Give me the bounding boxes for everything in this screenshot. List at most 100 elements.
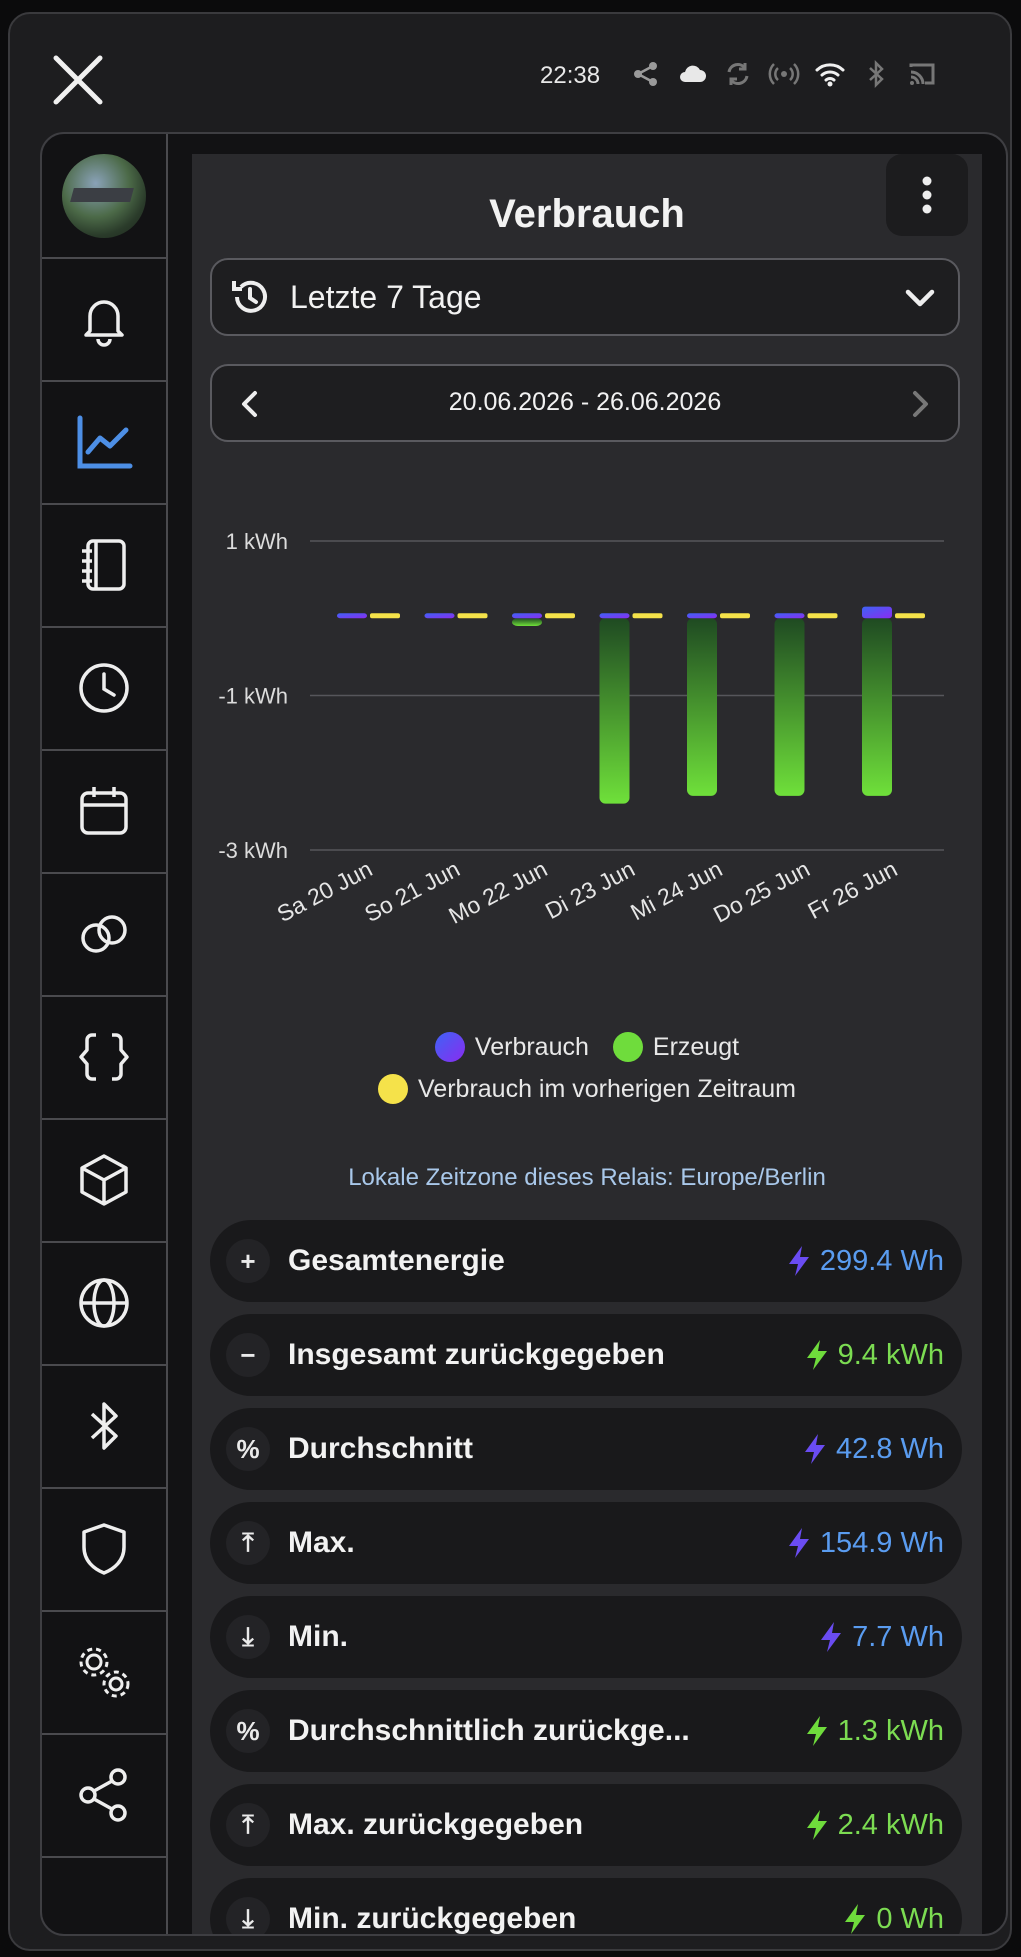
legend-item-generated[interactable]: Erzeugt (612, 1032, 739, 1062)
app-frame: 22:38 Verbrauch Letzte 7 Tage 20.06.2026… (8, 12, 1012, 1951)
sidebar-item-consumption[interactable] (42, 380, 166, 505)
sidebar (42, 134, 168, 1934)
sidebar-item-settings[interactable] (42, 1610, 166, 1735)
stat-label: Min. (288, 1620, 348, 1653)
stat-row[interactable]: + Gesamtenergie 299.4 Wh (210, 1220, 962, 1302)
chart-legend: Verbrauch Erzeugt Verbrauch im vorherige… (192, 1032, 982, 1116)
stat-value: 299.4 Wh (786, 1220, 944, 1302)
consumption-chart: 1 kWh -1 kWh -3 kWhSa 20 JunSo 21 JunMo 22… (218, 529, 944, 929)
stat-value-text: 299.4 Wh (819, 1244, 944, 1277)
bar-previous-consumption (370, 613, 400, 619)
close-icon[interactable] (50, 52, 106, 108)
page-title: Verbrauch (489, 192, 685, 236)
history-icon (232, 280, 267, 313)
stat-row[interactable]: ⤒ Max. 154.9 Wh (210, 1502, 962, 1584)
legend-item-previous-consumption[interactable]: Verbrauch im vorherigen Zeitraum (378, 1074, 796, 1104)
sidebar-item-security[interactable] (42, 1487, 166, 1612)
more-vertical-icon (922, 176, 932, 214)
arrow-up-bar-icon: ⤒ (226, 1803, 270, 1847)
status-icons (630, 58, 938, 90)
stat-row[interactable]: − Insgesamt zurückgegeben 9.4 kWh (210, 1314, 962, 1396)
bar-consumption (599, 613, 630, 619)
legend-item-consumption[interactable]: Verbrauch (434, 1032, 589, 1062)
legend-dot-consumption (434, 1032, 465, 1062)
stat-row[interactable]: ⤓ Min. 7.7 Wh (210, 1596, 962, 1678)
bar-generated (599, 618, 630, 804)
stat-value-text: 9.4 kWh (837, 1338, 944, 1371)
bolt-icon (805, 1434, 825, 1464)
stat-row[interactable]: % Durchschnitt 42.8 Wh (210, 1408, 962, 1490)
gears-icon (79, 1647, 130, 1697)
arrow-down-bar-icon: ⤓ (226, 1897, 270, 1934)
period-select[interactable]: Letzte 7 Tage (210, 258, 960, 336)
stat-value-text: 1.3 kWh (837, 1714, 944, 1747)
cast-icon (906, 58, 938, 90)
bar-previous-consumption (895, 613, 925, 619)
x-tick-label: Fr 26 Jun (803, 855, 901, 924)
more-menu-button[interactable] (886, 154, 968, 236)
sidebar-item-calendar[interactable] (42, 749, 166, 874)
x-tick-label: Mo 22 Jun (444, 855, 551, 928)
legend-dot-generated (612, 1032, 643, 1062)
legend-label: Verbrauch (474, 1032, 589, 1061)
stat-row[interactable]: % Durchschnittlich zurückge... 1.3 kWh (210, 1690, 962, 1772)
arrow-down-bar-icon: ⤓ (226, 1615, 270, 1659)
x-tick-label: Mi 24 Jun (626, 855, 726, 925)
next-period-button[interactable] (898, 382, 942, 426)
period-select-value: Letzte 7 Tage (290, 278, 482, 315)
avatar (62, 153, 146, 238)
sidebar-item-schedule[interactable] (42, 626, 166, 751)
stat-value: 154.9 Wh (786, 1502, 944, 1584)
bar-previous-consumption (720, 613, 750, 619)
chart-icon (77, 415, 133, 468)
stat-value-text: 154.9 Wh (819, 1526, 944, 1559)
sidebar-item-components[interactable] (42, 1118, 166, 1243)
bluetooth-icon (90, 1401, 118, 1450)
wifi-icon (814, 58, 846, 90)
link-icon (81, 914, 127, 953)
percent-icon: % (226, 1427, 270, 1471)
sidebar-item-notebook[interactable] (42, 503, 166, 628)
braces-icon (79, 1032, 129, 1081)
sidebar-item-network[interactable] (42, 1241, 166, 1366)
globe-icon (79, 1277, 129, 1328)
stat-label: Max. zurückgegeben (288, 1808, 584, 1841)
stat-label: Durchschnittlich zurückge... (288, 1714, 690, 1747)
bar-generated (687, 618, 717, 796)
stat-row[interactable]: ⤒ Max. zurückgegeben 2.4 kWh (210, 1784, 962, 1866)
sync-icon (722, 58, 754, 90)
arrow-up-bar-icon: ⤒ (226, 1521, 270, 1565)
bar-consumption (687, 613, 717, 619)
stat-label: Min. zurückgegeben (288, 1902, 577, 1934)
stat-label: Durchschnitt (288, 1432, 474, 1465)
plus-icon: + (226, 1239, 270, 1283)
stat-value: 7.7 Wh (818, 1596, 944, 1678)
date-range-navigator: 20.06.2026 - 26.06.2026 (210, 364, 960, 442)
stat-label: Gesamtenergie (288, 1244, 505, 1277)
bluetooth-icon (860, 58, 892, 90)
chevron-down-icon (905, 289, 935, 307)
stat-value: 42.8 Wh (802, 1408, 944, 1490)
broadcast-icon (768, 58, 800, 90)
sidebar-item-notifications[interactable] (42, 257, 166, 382)
stat-value-text: 42.8 Wh (836, 1432, 944, 1465)
stat-row[interactable]: ⤓ Min. zurückgegeben 0 Wh (210, 1878, 962, 1934)
stat-value-text: 7.7 Wh (852, 1620, 944, 1653)
stat-value-text: 0 Wh (876, 1902, 944, 1935)
bell-icon (84, 299, 124, 347)
y-tick-label: -3 kWh (218, 838, 288, 863)
statistics-list: + Gesamtenergie 299.4 Wh − Insgesamt zurückg… (210, 1220, 962, 1934)
sidebar-item-bluetooth[interactable] (42, 1364, 166, 1489)
status-time: 22:38 (540, 62, 601, 89)
sidebar-item-scripts[interactable] (42, 995, 166, 1120)
stat-value-text: 2.4 kWh (837, 1808, 944, 1841)
share-icon (630, 58, 662, 90)
sidebar-item-links[interactable] (42, 872, 166, 997)
bar-generated (512, 618, 542, 626)
bar-previous-consumption (457, 613, 488, 619)
bar-consumption (512, 613, 542, 619)
stat-value: 0 Wh (842, 1878, 944, 1934)
main-panel: Verbrauch Letzte 7 Tage 20.06.2026 - 26.… (40, 132, 1008, 1936)
sidebar-item-share[interactable] (42, 1733, 166, 1858)
sidebar-item-avatar[interactable] (42, 134, 166, 259)
